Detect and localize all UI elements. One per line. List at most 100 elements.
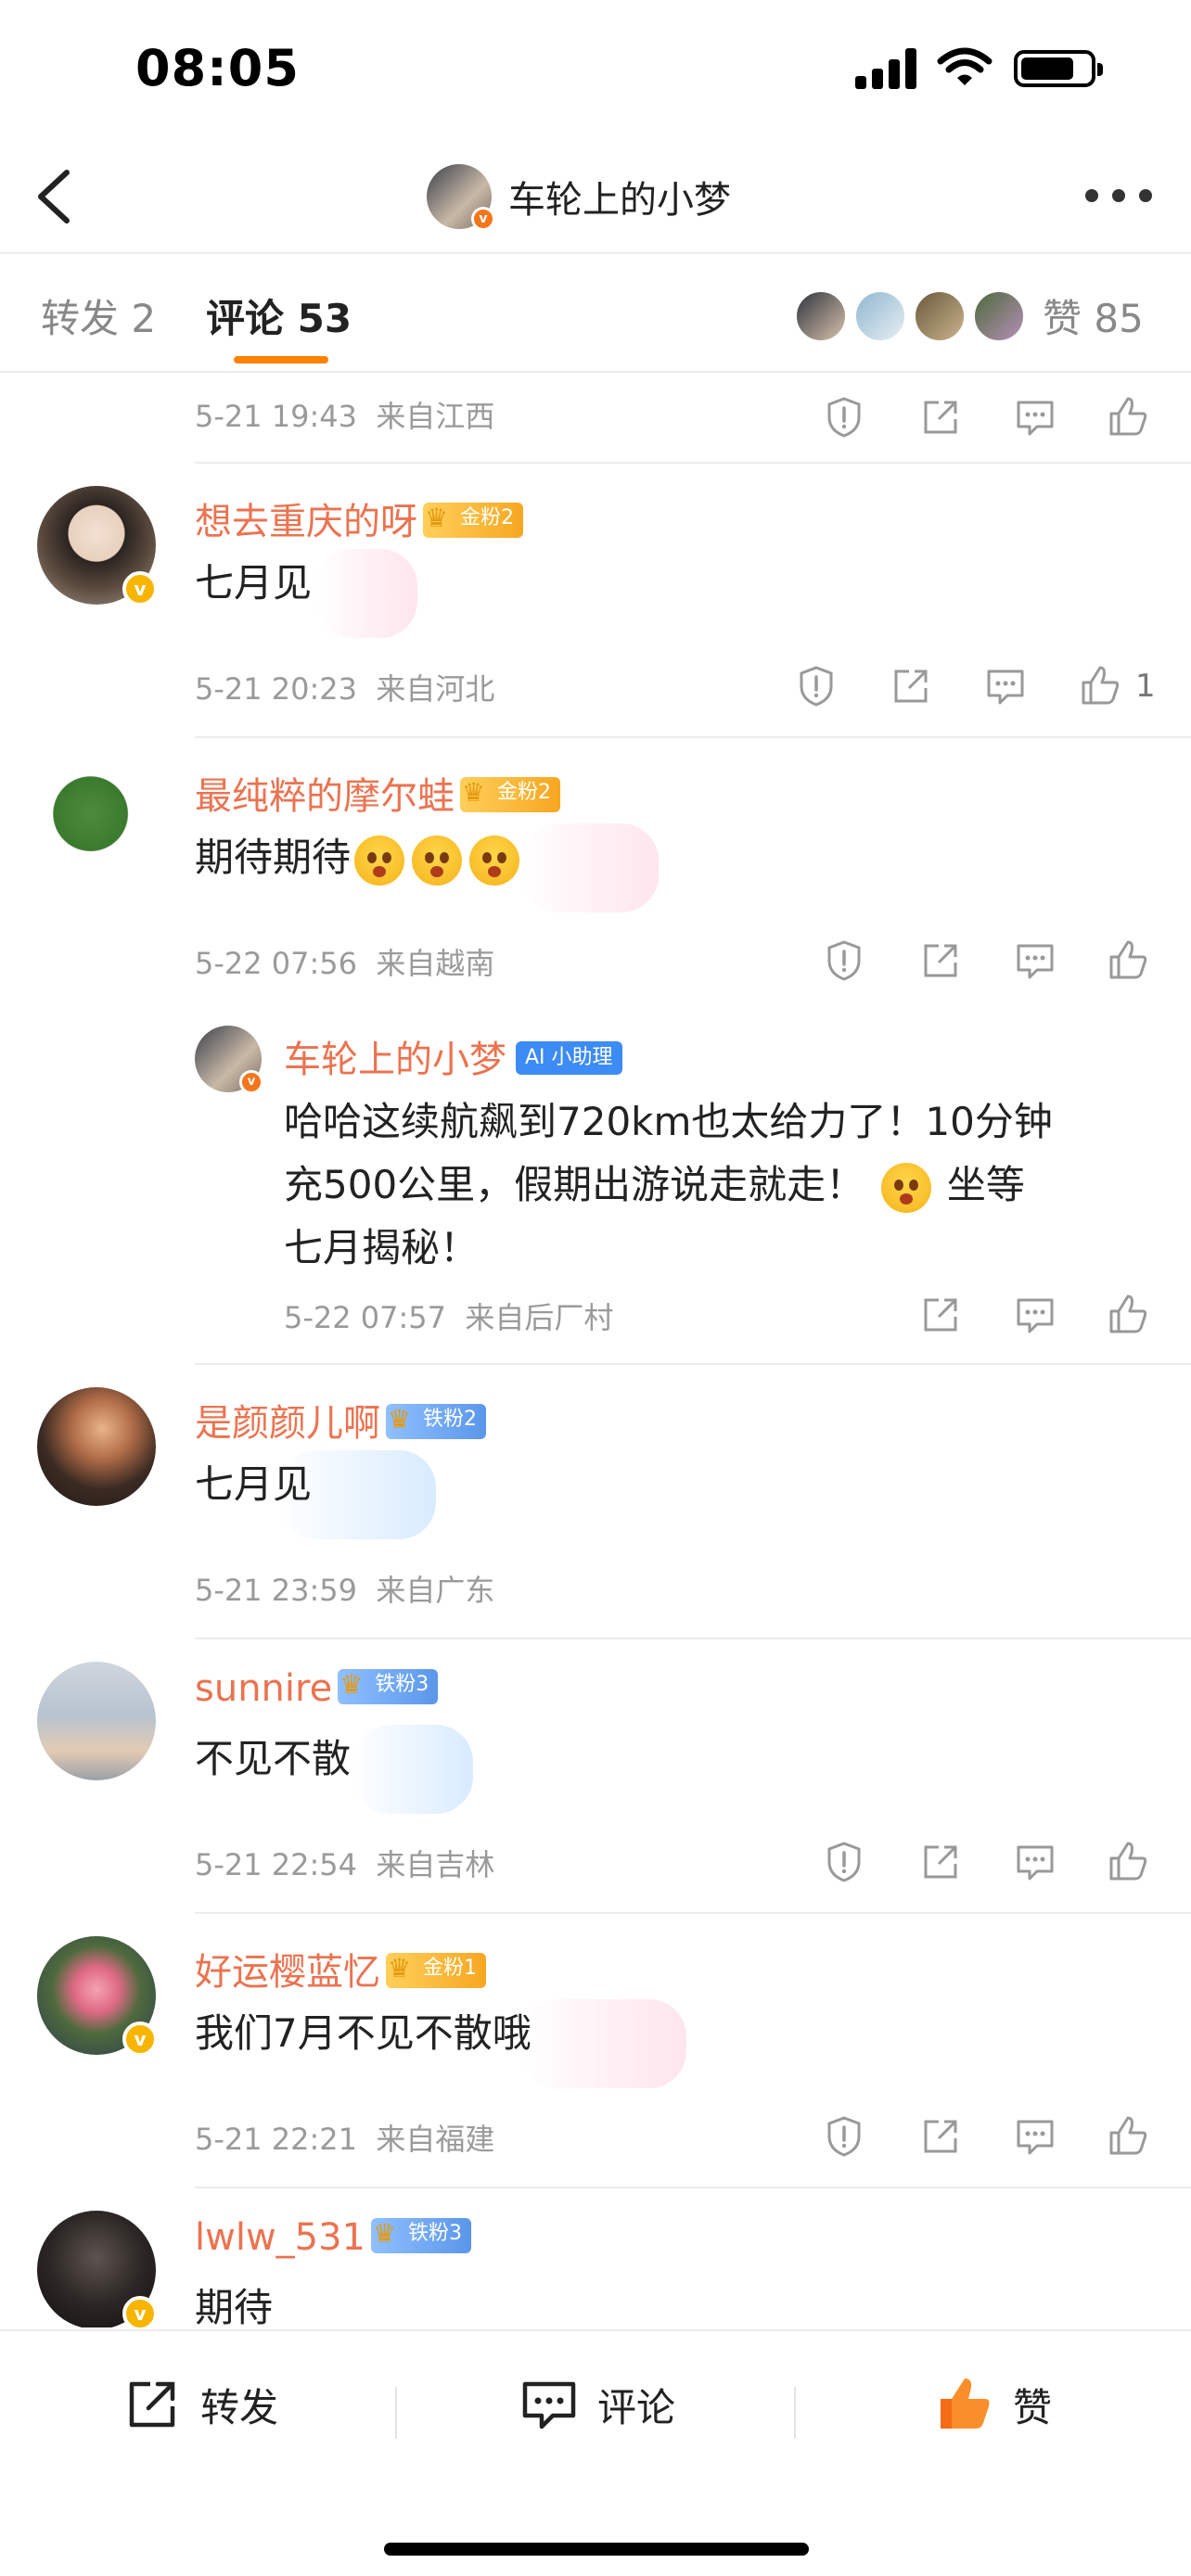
comment-source: 来自吉林	[376, 1847, 495, 1882]
list-item[interactable]: 是颜颜儿啊 ♛ 铁粉2 七月见 5-21 23:59 来自广东	[0, 1365, 1191, 1639]
list-item[interactable]: 最纯粹的摩尔蛙 ♛ 金粉2 期待期待 5-22 07:56 来自越南 v 车轮上的小…	[0, 738, 1191, 1365]
comment-list[interactable]: 5-21 19:43 来自江西 v 想去重庆的呀 ♛ 金粉2 七月见 5-21 20…	[0, 375, 1191, 2327]
like-post-button[interactable]: 赞	[935, 2372, 1052, 2437]
back-button[interactable]	[26, 163, 85, 230]
comment-actions	[822, 938, 1156, 990]
avatar[interactable]	[37, 1662, 156, 1780]
reply-meta: 5-22 07:57 来自后厂村	[284, 1294, 613, 1337]
nav-title-group[interactable]: v 车轮上的小梦	[427, 158, 731, 236]
avatar[interactable]	[37, 760, 156, 879]
like-button[interactable]	[1106, 395, 1150, 440]
list-item[interactable]: v 好运樱蓝忆 ♛ 金粉1 我们7月不见不散哦 5-21 22:21 来自福建	[0, 1914, 1191, 2188]
avatar	[972, 289, 1026, 343]
comment-text: 我们7月不见不散哦	[195, 2010, 531, 2056]
crown-icon: ♛	[425, 503, 449, 533]
comment-username[interactable]: 想去重庆的呀 ♛ 金粉2	[195, 491, 523, 545]
crown-icon: ♛	[373, 2218, 397, 2249]
fan-badge: ♛ 铁粉3	[371, 2218, 472, 2253]
verified-badge-icon: v	[122, 571, 158, 606]
comment-time: 5-21 19:43	[195, 399, 358, 434]
nav-bar: v 车轮上的小梦	[0, 139, 1191, 254]
comment-text: 七月见	[195, 1461, 313, 1507]
list-item[interactable]: sunnire ♛ 铁粉3 不见不散 5-21 22:54 来自吉林	[0, 1639, 1191, 1914]
verified-badge-icon: v	[471, 207, 495, 231]
active-tab-indicator	[234, 356, 328, 363]
more-options-button[interactable]	[1085, 182, 1152, 210]
reply-button[interactable]	[983, 664, 1028, 708]
reply-time: 5-22 07:57	[284, 1300, 447, 1335]
avatar[interactable]: v	[37, 2211, 158, 2327]
emoji-icon	[354, 835, 405, 886]
emoji-icon	[880, 1162, 931, 1213]
assistant-badge: AI 小助理	[516, 1041, 622, 1075]
comment-username[interactable]: sunnire ♛ 铁粉3	[195, 1667, 439, 1710]
avatar	[853, 289, 907, 343]
verified-badge-icon: v	[122, 2296, 158, 2327]
list-item[interactable]: v lwlw_531 ♛ 铁粉3 期待	[0, 2188, 1191, 2327]
comment-text: 不见不散	[195, 1736, 352, 1781]
cellular-signal-icon	[855, 46, 916, 89]
like-button[interactable]	[1106, 938, 1150, 983]
share-button[interactable]	[918, 938, 963, 983]
share-button[interactable]	[918, 1840, 963, 1884]
comment-bubble-decoration	[315, 549, 417, 638]
share-button[interactable]	[889, 664, 933, 708]
home-indicator[interactable]	[384, 2543, 809, 2556]
comment-time: 5-21 20:23	[195, 671, 358, 707]
comment-source: 来自江西	[376, 399, 495, 434]
wifi-icon	[937, 47, 992, 85]
thumbs-up-icon	[941, 2378, 990, 2429]
reply-button[interactable]	[1013, 938, 1057, 983]
reply-button[interactable]	[1013, 2114, 1057, 2159]
bottom-action-bar: 转发 评论 赞	[0, 2329, 1191, 2576]
list-item[interactable]: v 想去重庆的呀 ♛ 金粉2 七月见 5-21 20:23 来自河北 1	[0, 464, 1191, 738]
comment-bubble-decoration	[352, 1725, 473, 1814]
like-button[interactable]	[1106, 1293, 1150, 1337]
page-title: 车轮上的小梦	[508, 179, 731, 222]
like-button[interactable]	[1106, 2114, 1150, 2159]
share-button[interactable]	[918, 2114, 963, 2159]
avatar[interactable]: v	[37, 486, 158, 606]
comment-username[interactable]: 好运樱蓝忆 ♛ 金粉1	[195, 1942, 486, 1996]
liker-avatars[interactable]	[794, 289, 1035, 345]
verified-badge-icon: v	[122, 2021, 158, 2057]
battery-icon	[1014, 50, 1103, 87]
avatar[interactable]	[37, 1387, 156, 1506]
comment-username[interactable]: 是颜颜儿啊 ♛ 铁粉2	[195, 1393, 486, 1447]
repost-icon	[129, 2381, 175, 2428]
comment-actions: 1	[794, 664, 1165, 716]
like-button[interactable]	[1078, 664, 1122, 708]
reply-username[interactable]: 车轮上的小梦 AI 小助理	[284, 1029, 622, 1083]
comment-bubble-decoration	[519, 823, 659, 912]
reply-button[interactable]	[1013, 1840, 1057, 1884]
avatar[interactable]: v	[37, 1936, 158, 2057]
share-button[interactable]	[918, 395, 963, 440]
reply-button[interactable]	[1013, 395, 1057, 440]
crown-icon: ♛	[339, 1669, 364, 1700]
repost-button[interactable]: 转发	[122, 2372, 278, 2437]
report-button[interactable]	[822, 1840, 866, 1884]
comment-actions	[822, 1840, 1156, 1892]
report-button[interactable]	[822, 395, 866, 440]
fan-badge: ♛ 金粉2	[460, 777, 560, 812]
avatar	[794, 289, 848, 343]
tab-comments[interactable]: 评论 53	[206, 287, 352, 344]
report-button[interactable]	[822, 2114, 866, 2159]
report-button[interactable]	[794, 664, 839, 708]
report-button[interactable]	[822, 938, 866, 983]
like-button[interactable]	[1106, 1840, 1150, 1884]
reply-button[interactable]	[1013, 1293, 1057, 1337]
comment-meta: 5-21 19:43 来自江西	[195, 393, 494, 436]
comment-username[interactable]: 最纯粹的摩尔蛙 ♛ 金粉2	[195, 766, 560, 820]
comment-button[interactable]: 评论	[519, 2372, 675, 2437]
comment-username[interactable]: lwlw_531 ♛ 铁粉3	[195, 2216, 472, 2259]
author-avatar[interactable]: v	[427, 164, 495, 231]
share-button[interactable]	[918, 1293, 963, 1337]
likes-count[interactable]: 赞 85	[1043, 287, 1144, 344]
comment-time: 5-21 22:21	[195, 2122, 358, 2157]
comment-actions	[822, 2114, 1156, 2166]
tab-repost[interactable]: 转发 2	[41, 287, 156, 344]
fan-badge: ♛ 金粉2	[423, 503, 523, 538]
reply-avatar[interactable]: v	[195, 1026, 263, 1094]
fan-badge: ♛ 金粉1	[386, 1953, 486, 1988]
